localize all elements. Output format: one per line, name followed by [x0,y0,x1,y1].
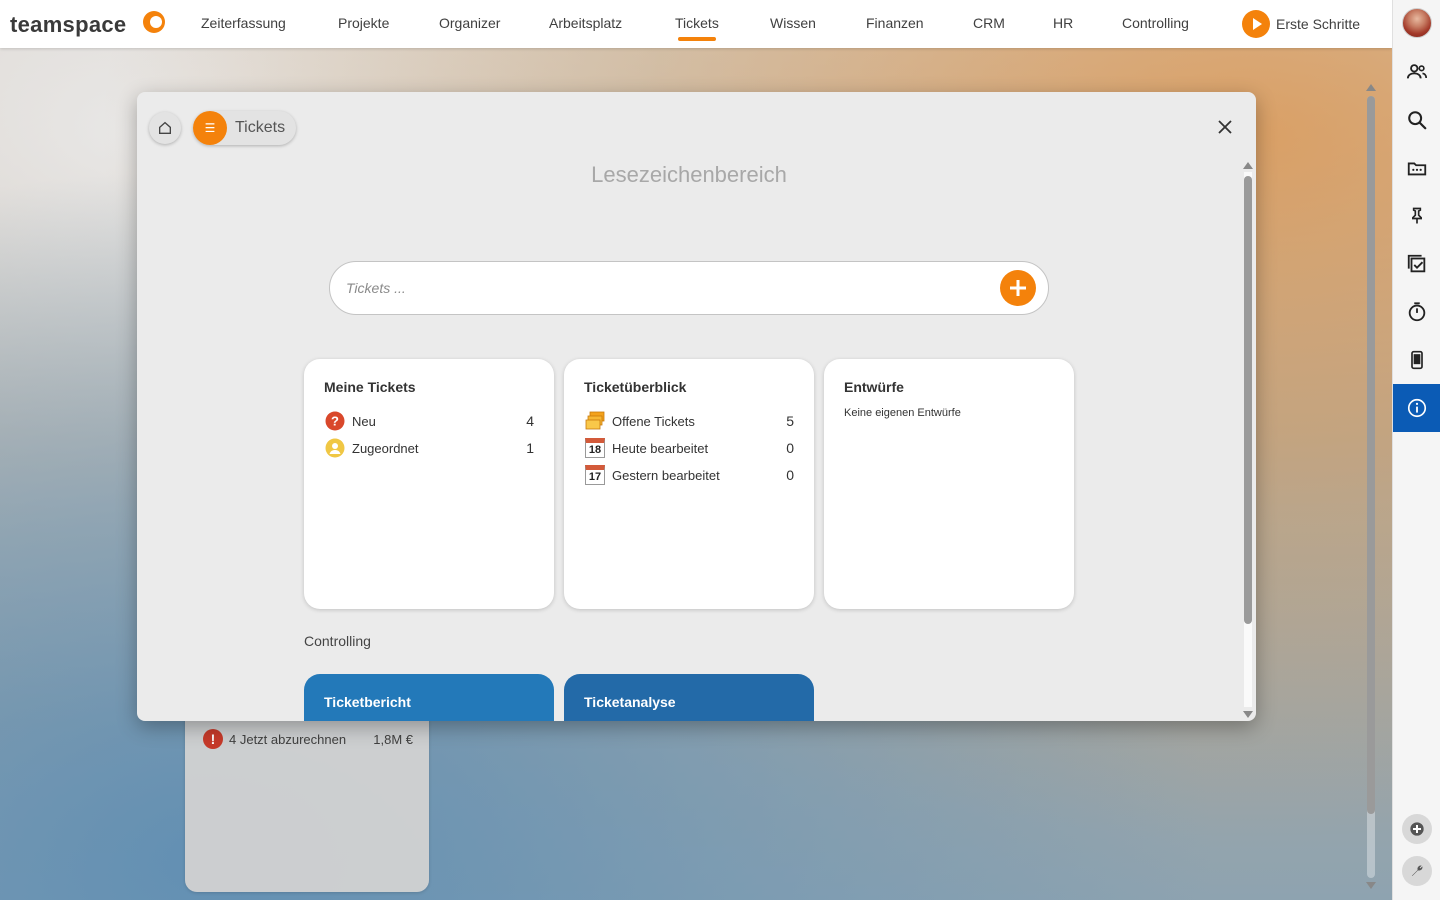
nav-item-organizer[interactable]: Organizer [439,15,500,31]
page-scrollbar[interactable] [1364,82,1378,892]
row-count: 0 [786,467,794,483]
nav-item-zeiterfassung[interactable]: Zeiterfassung [201,15,286,31]
row-heute-bearbeitet[interactable]: 18 Heute bearbeitet 0 [584,437,794,459]
row-count: 5 [786,413,794,429]
card-title: Meine Tickets [324,379,416,395]
plus-icon [1010,280,1026,296]
breadcrumb-label: Tickets [235,119,286,136]
scroll-thumb[interactable] [1367,96,1375,814]
row-zugeordnet[interactable]: Zugeordnet 1 [324,437,534,459]
add-circle-icon[interactable] [1402,814,1432,844]
home-button[interactable] [149,112,181,144]
app-logo[interactable]: teamspace [10,12,126,38]
background-card-label: 4 Jetzt abzurechnen [229,731,347,747]
card-ticketbericht[interactable]: Ticketbericht [304,674,554,721]
row-offene-tickets[interactable]: Offene Tickets 5 [584,410,794,432]
modal-scrollbar[interactable] [1241,158,1255,721]
row-label: Neu [352,413,376,429]
row-neu[interactable]: ? Neu 4 [324,410,534,432]
row-label: Heute bearbeitet [612,440,709,456]
wrench-icon[interactable] [1402,856,1432,886]
nav-item-controlling[interactable]: Controlling [1122,15,1189,31]
ticket-search-input[interactable] [346,280,986,296]
empty-state-text: Keine eigenen Entwürfe [844,407,961,419]
ticket-search-box [329,261,1049,315]
info-icon[interactable] [1393,384,1440,432]
row-count: 0 [786,440,794,456]
row-label: Zugeordnet [352,440,419,456]
card-title: Ticketanalyse [584,694,676,710]
folder-dots-icon[interactable] [1393,144,1440,192]
add-ticket-button[interactable] [1000,270,1036,306]
erste-schritte-label: Erste Schritte [1276,16,1361,32]
user-icon [324,437,346,459]
background-card-row[interactable]: ! 4 Jetzt abzurechnen 1,8M € [203,728,413,750]
row-label: Gestern bearbeitet [612,467,720,483]
card-title: Ticketbericht [324,694,411,710]
nav-item-arbeitsplatz[interactable]: Arbeitsplatz [549,15,622,31]
background-dashboard-card: ! 4 Jetzt abzurechnen 1,8M € [185,700,429,892]
scroll-up-arrow-icon[interactable] [1243,162,1253,169]
logo-mark-icon [143,11,165,33]
stopwatch-icon[interactable] [1393,288,1440,336]
top-navigation: teamspace Zeiterfassung Projekte Organiz… [0,0,1392,48]
card-title: Entwürfe [844,379,904,395]
card-ticketanalyse[interactable]: Ticketanalyse [564,674,814,721]
list-icon: ☰ [193,111,227,145]
erste-schritte-button[interactable]: Erste Schritte [1242,10,1360,38]
bookmark-modal: ☰ Tickets Lesezeichenbereich Meine Ticke… [137,92,1256,721]
svg-text:?: ? [331,414,339,429]
nav-item-finanzen[interactable]: Finanzen [866,15,924,31]
people-icon[interactable] [1393,48,1440,96]
breadcrumb-tickets[interactable]: ☰ Tickets [193,111,296,145]
user-avatar[interactable] [1402,8,1432,38]
close-icon [1218,120,1232,134]
row-label: Offene Tickets [612,413,695,429]
card-ticketueberblick: Ticketüberblick Offene Tickets 5 18 Heut… [564,359,814,609]
right-sidebar [1392,0,1440,900]
pin-icon[interactable] [1393,192,1440,240]
exclamation-icon: ! [203,729,223,749]
task-checklist-icon[interactable] [1393,240,1440,288]
card-title: Ticketüberblick [584,379,687,395]
background-card-value: 1,8M € [373,731,413,747]
calendar-icon: 18 [584,437,606,459]
modal-title: Lesezeichenbereich [591,162,787,187]
scroll-up-arrow-icon[interactable] [1366,84,1376,91]
row-count: 4 [526,413,534,429]
section-label-controlling: Controlling [304,633,371,649]
search-icon[interactable] [1393,96,1440,144]
mobile-phone-icon[interactable] [1393,336,1440,384]
scroll-thumb[interactable] [1244,176,1252,624]
close-button[interactable] [1215,117,1235,137]
active-nav-indicator [678,37,716,41]
nav-item-crm[interactable]: CRM [973,15,1005,31]
row-gestern-bearbeitet[interactable]: 17 Gestern bearbeitet 0 [584,464,794,486]
play-icon [1242,10,1270,38]
row-count: 1 [526,440,534,456]
question-icon: ? [324,410,346,432]
nav-item-hr[interactable]: HR [1053,15,1073,31]
nav-item-tickets[interactable]: Tickets [675,15,719,31]
nav-item-wissen[interactable]: Wissen [770,15,816,31]
tickets-stack-icon [584,410,606,432]
card-entwuerfe: Entwürfe Keine eigenen Entwürfe [824,359,1074,609]
calendar-icon: 17 [584,464,606,486]
card-meine-tickets: Meine Tickets ? Neu 4 Zugeordnet 1 [304,359,554,609]
scroll-down-arrow-icon[interactable] [1366,882,1376,889]
scroll-down-arrow-icon[interactable] [1243,711,1253,718]
nav-item-projekte[interactable]: Projekte [338,15,389,31]
home-icon [159,121,171,134]
